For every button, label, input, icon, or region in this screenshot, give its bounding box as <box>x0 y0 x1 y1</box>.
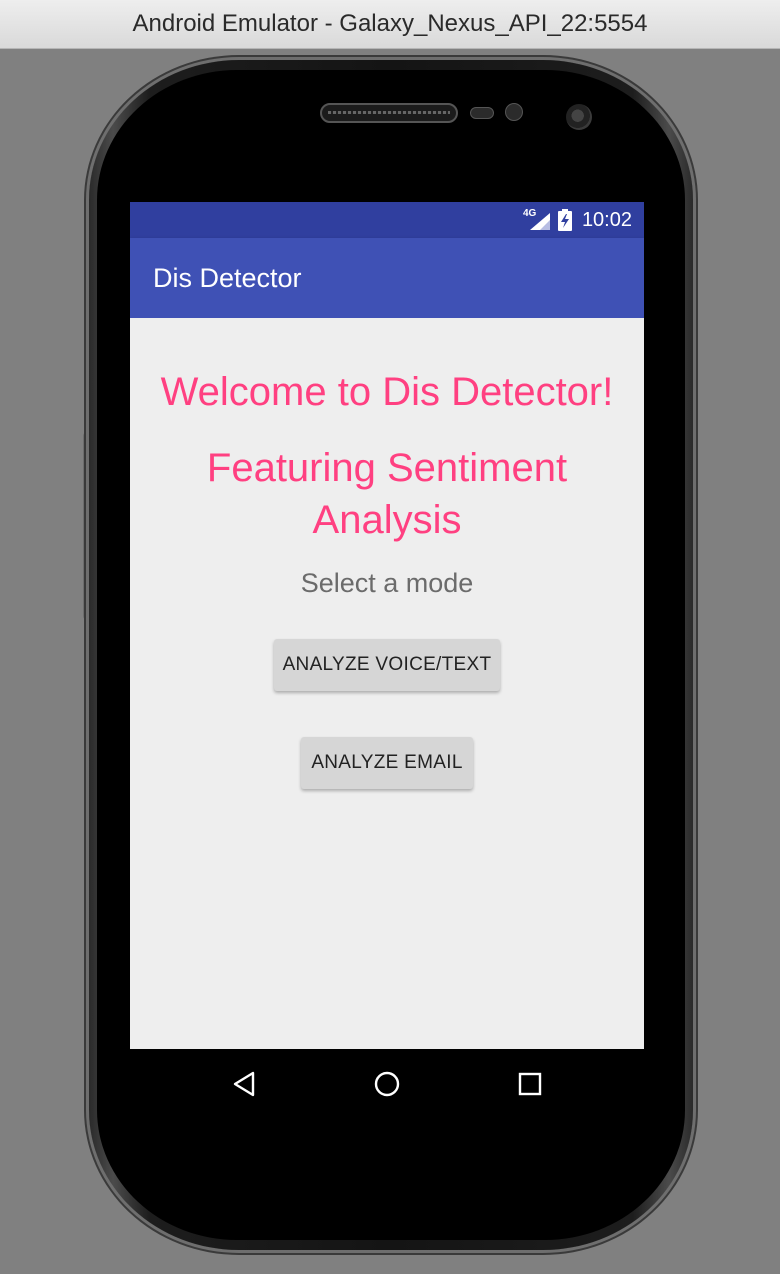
navigation-bar <box>130 1049 644 1118</box>
featuring-subheading: Featuring Sentiment Analysis <box>206 446 568 542</box>
select-mode-label: Select a mode <box>300 568 474 598</box>
battery-charging-icon <box>557 209 572 231</box>
device-screen: 4G 10:02 Dis Detector Welcome to Dis Det… <box>130 202 644 1118</box>
window-title: Android Emulator - Galaxy_Nexus_API_22:5… <box>132 10 648 37</box>
home-icon[interactable] <box>372 1069 402 1099</box>
light-sensor <box>505 103 523 121</box>
app-bar: Dis Detector <box>130 238 644 318</box>
analyze-voice-text-button[interactable]: ANALYZE VOICE/TEXT <box>274 639 500 691</box>
back-icon[interactable] <box>230 1069 260 1099</box>
recents-icon[interactable] <box>515 1069 545 1099</box>
main-content: Welcome to Dis Detector! Featuring Senti… <box>130 318 644 1049</box>
welcome-heading: Welcome to Dis Detector! <box>160 370 614 414</box>
proximity-sensor <box>470 107 494 119</box>
status-bar: 4G 10:02 <box>130 202 644 238</box>
window-title-bar[interactable]: Android Emulator - Galaxy_Nexus_API_22:5… <box>0 0 780 49</box>
signal-icon: 4G <box>523 208 552 231</box>
front-camera <box>566 104 592 130</box>
app-title: Dis Detector <box>153 262 302 293</box>
analyze-email-button[interactable]: ANALYZE EMAIL <box>301 737 473 789</box>
earpiece-speaker <box>320 103 458 123</box>
status-time: 10:02 <box>581 208 632 231</box>
